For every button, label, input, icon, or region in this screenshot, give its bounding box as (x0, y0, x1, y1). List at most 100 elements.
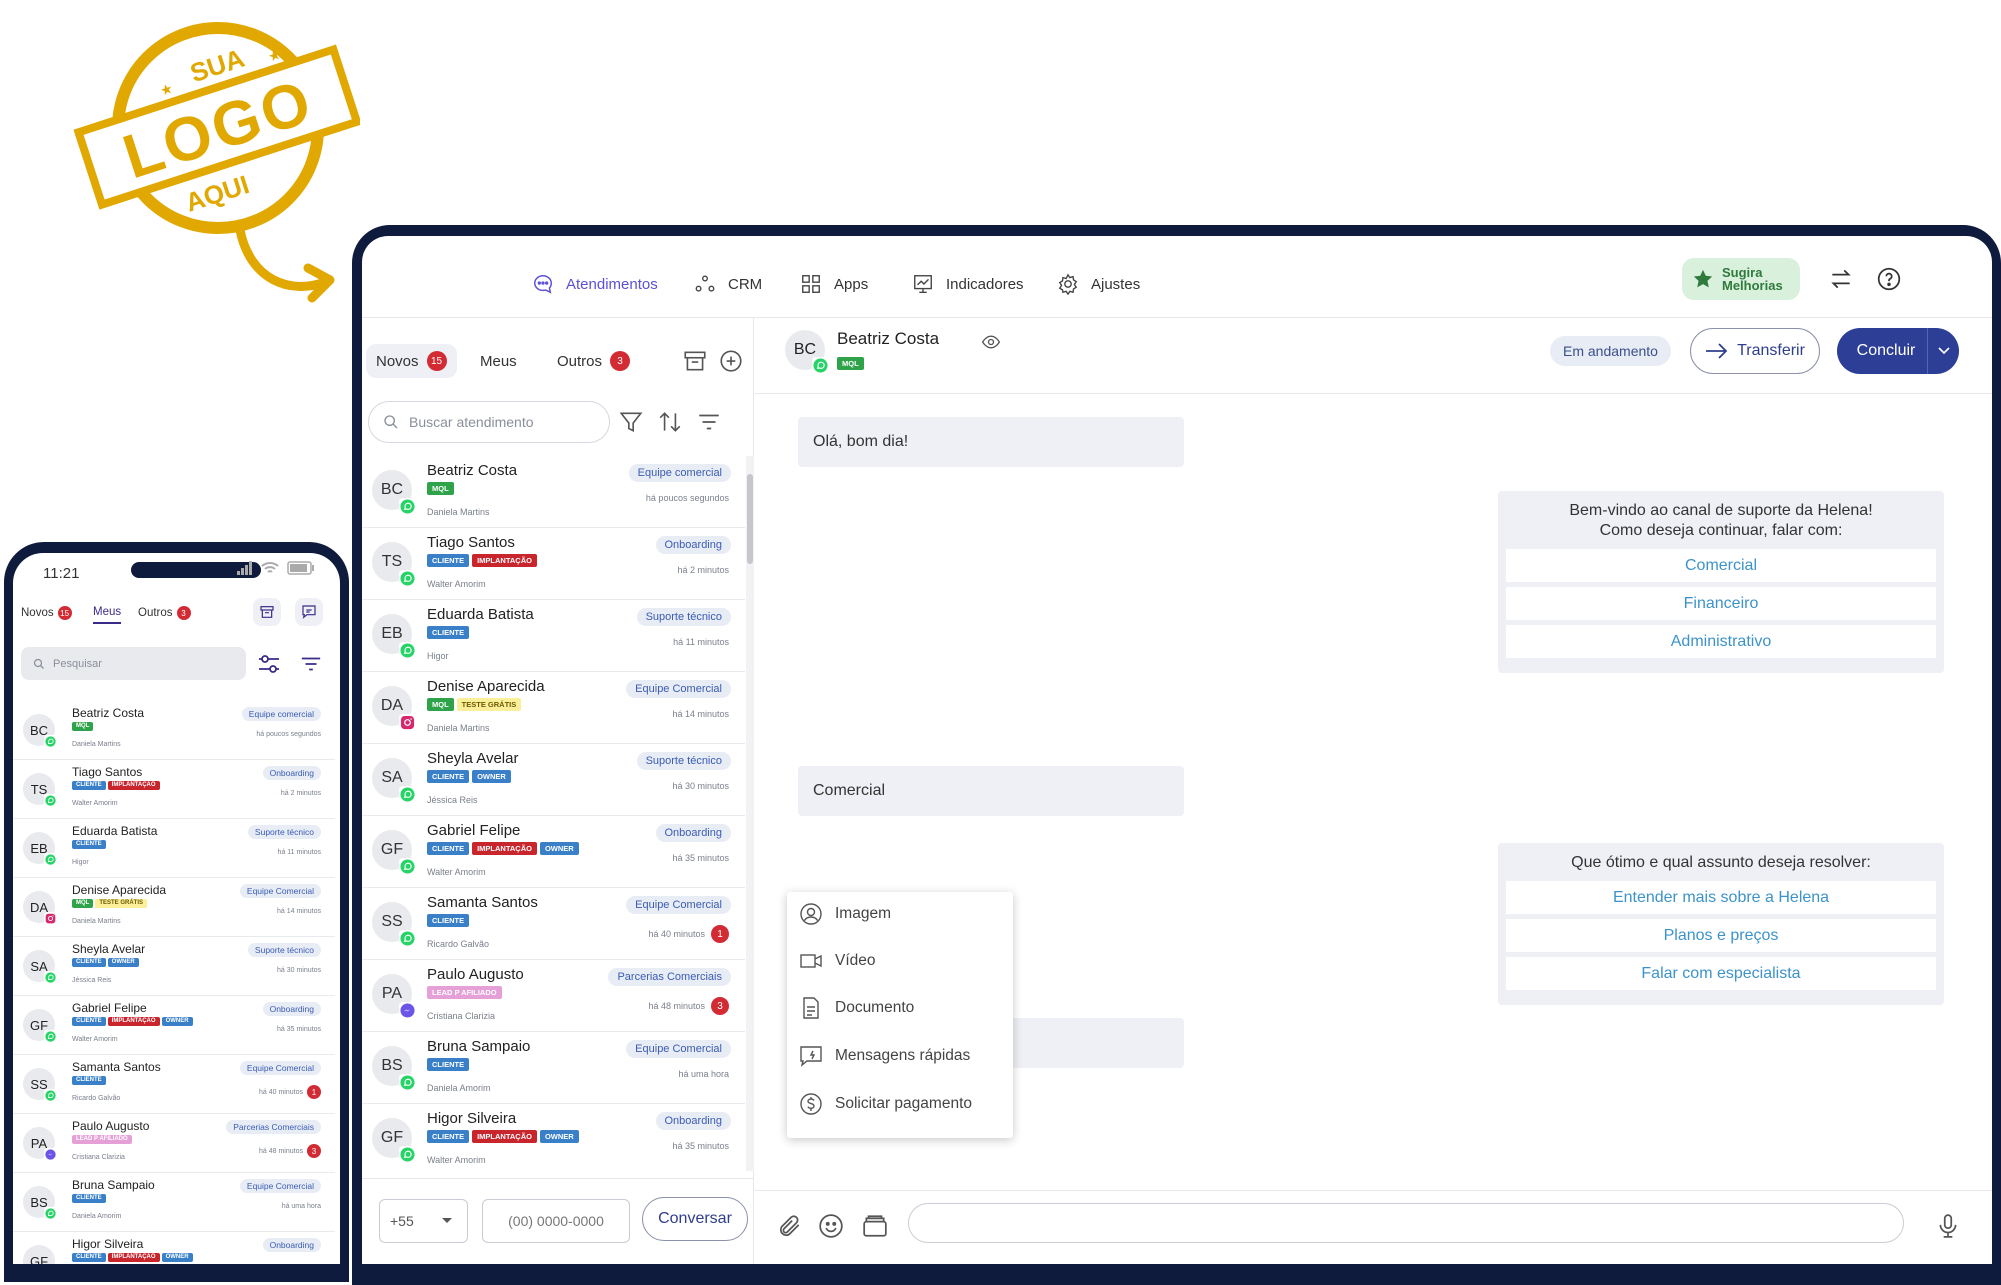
whatsapp-icon (400, 1075, 415, 1090)
message-input[interactable] (908, 1203, 1904, 1243)
nav-apps[interactable]: Apps (800, 272, 868, 296)
tag-group: CLIENTE (72, 840, 106, 849)
menu-label: Imagem (835, 905, 891, 922)
bot-option-planos[interactable]: Planos e preços (1506, 919, 1936, 952)
time-row: há 14 minutos (277, 908, 321, 915)
tab-novos[interactable]: Novos 15 (366, 344, 457, 378)
contact-initials: BC (793, 341, 817, 358)
list-scroll-thumb[interactable] (747, 474, 753, 564)
conversation-item[interactable]: GF Higor Silveira CLIENTE IMPLANTAÇÃO OWNE… (13, 1232, 335, 1264)
nav-label: Apps (834, 275, 869, 293)
conversation-item[interactable]: BS Bruna Sampaio CLIENTE Daniela Amorim … (13, 1173, 335, 1232)
team-badge: Parcerias Comerciais (608, 968, 731, 986)
mobile-tab-meus[interactable]: Meus (93, 606, 122, 624)
search-input[interactable]: Buscar atendimento (368, 401, 610, 443)
emoji-icon[interactable] (818, 1213, 844, 1239)
help-icon[interactable] (1876, 266, 1902, 292)
conversation-item[interactable]: SA Sheyla Avelar CLIENTE OWNER Jéssica Re… (13, 937, 335, 996)
conversation-item[interactable]: EB Eduarda Batista CLIENTE Higor Suporte… (362, 600, 745, 672)
elapsed-time: há 2 minutos (280, 790, 321, 797)
switch-arrows-icon[interactable] (1828, 266, 1854, 292)
channel-badge (399, 930, 416, 947)
bot-option-especialista[interactable]: Falar com especialista (1506, 957, 1936, 990)
phone-input[interactable]: (00) 0000-0000 (482, 1199, 630, 1243)
conversation-item[interactable]: TS Tiago Santos CLIENTE IMPLANTAÇÃO Walte… (13, 760, 335, 819)
eye-icon[interactable] (981, 332, 1001, 352)
tab-label: Meus (480, 352, 517, 370)
whatsapp-icon (45, 736, 56, 747)
message-text: Comercial (813, 782, 886, 799)
archive-icon[interactable] (682, 348, 708, 374)
unread-count-badge: 3 (307, 1144, 321, 1158)
conversation-item[interactable]: PA Paulo Augusto LEAD P AFILIADO Cristia… (13, 1114, 335, 1173)
elapsed-time: há 40 minutos (648, 929, 705, 939)
country-code-select[interactable]: +55 (379, 1199, 468, 1243)
templates-icon[interactable] (862, 1213, 888, 1239)
conversation-item[interactable]: PA Paulo Augusto LEAD P AFILIADO Cristia… (362, 960, 745, 1032)
paperclip-icon[interactable] (777, 1213, 803, 1239)
conclude-button[interactable]: Concluir (1837, 328, 1959, 374)
microphone-icon[interactable] (1935, 1213, 1961, 1239)
conversation-item[interactable]: TS Tiago Santos CLIENTE IMPLANTAÇÃO Walte… (362, 528, 745, 600)
elapsed-time: há 14 minutos (277, 908, 321, 915)
elapsed-time: há uma hora (281, 1203, 321, 1210)
agent-name: Ricardo Galvão (72, 1095, 121, 1102)
elapsed-time: há poucos segundos (645, 493, 729, 503)
bot-option-entender[interactable]: Entender mais sobre a Helena (1506, 881, 1936, 914)
contact-name: Higor Silveira (427, 1110, 517, 1127)
chart-icon (914, 275, 932, 293)
conversation-item[interactable]: GF Gabriel Felipe CLIENTE IMPLANTAÇÃO OWNE… (362, 816, 745, 888)
sort-icon[interactable] (657, 409, 683, 435)
conversation-item[interactable]: DA Denise Aparecida MQL TESTE GRÁTIS Dani… (362, 672, 745, 744)
conversation-item[interactable]: SS Samanta Santos CLIENTE Ricardo Galvão… (13, 1055, 335, 1114)
nav-ajustes[interactable]: Ajustes (1057, 272, 1140, 296)
conversation-item[interactable]: DA Denise Aparecida MQL TESTE GRÁTIS Dani… (13, 878, 335, 937)
avatar-initials: DA (380, 697, 404, 714)
attach-payment[interactable]: Solicitar pagamento (799, 1090, 972, 1118)
suggest-improvements-button[interactable]: Sugira Melhorias (1682, 258, 1800, 300)
conversation-item[interactable]: BS Bruna Sampaio CLIENTE Daniela Amorim … (362, 1032, 745, 1104)
star-icon (1693, 269, 1713, 288)
tab-outros[interactable]: Outros 3 (547, 344, 640, 378)
conversation-item[interactable]: GF Gabriel Felipe CLIENTE IMPLANTAÇÃO OWNE… (13, 996, 335, 1055)
start-conversation-button[interactable]: Conversar (642, 1197, 748, 1241)
list-filter-icon[interactable] (300, 653, 322, 675)
adjust-filter-icon[interactable] (257, 653, 281, 675)
archive-button[interactable] (253, 598, 281, 626)
mobile-tab-novos[interactable]: Novos 15 (21, 606, 72, 620)
conversation-item[interactable]: GF Higor Silveira CLIENTE IMPLANTAÇÃO OWNE… (362, 1104, 745, 1171)
tag-group: CLIENTE IMPLANTAÇÃO (72, 781, 160, 790)
nav-indicadores[interactable]: Indicadores (912, 272, 1024, 296)
bot-option-comercial[interactable]: Comercial (1506, 549, 1936, 582)
transfer-button[interactable]: Transferir (1690, 328, 1820, 374)
add-circle-icon[interactable] (718, 348, 744, 374)
filter-icon[interactable] (618, 409, 644, 435)
attach-document[interactable]: Documento (799, 994, 914, 1022)
avatar-initials: PA (381, 985, 403, 1002)
attach-video[interactable]: Vídeo (799, 947, 876, 975)
bot-option-financeiro[interactable]: Financeiro (1506, 587, 1936, 620)
mobile-search-input[interactable]: Pesquisar (21, 647, 246, 680)
contact-name: Sheyla Avelar (427, 750, 519, 767)
attach-quick-messages[interactable]: Mensagens rápidas (799, 1042, 970, 1070)
conversation-item[interactable]: SS Samanta Santos CLIENTE Ricardo Galvão… (362, 888, 745, 960)
conversation-item[interactable]: SA Sheyla Avelar CLIENTE OWNER Jéssica Re… (362, 744, 745, 816)
nav-crm[interactable]: CRM (694, 272, 762, 296)
chevron-down-icon[interactable] (1927, 328, 1959, 374)
list-filter-icon[interactable] (696, 409, 722, 435)
contact-name: Samanta Santos (72, 1060, 161, 1074)
mobile-tab-outros[interactable]: Outros 3 (138, 606, 191, 620)
conversation-item[interactable]: BC Beatriz Costa MQL Daniela Martins Equ… (362, 456, 745, 528)
channel-badge (44, 971, 57, 984)
new-chat-button[interactable] (295, 598, 323, 626)
nav-label: Atendimentos (566, 275, 658, 293)
conversation-item[interactable]: EB Eduarda Batista CLIENTE Higor Suporte… (13, 819, 335, 878)
attach-image[interactable]: Imagem (799, 900, 891, 928)
nav-atendimentos[interactable]: Atendimentos (532, 272, 658, 296)
bot-option-administrativo[interactable]: Administrativo (1506, 625, 1936, 658)
conversation-item[interactable]: BC Beatriz Costa MQL Daniela Martins Equ… (13, 701, 335, 760)
incoming-message: Olá, bom dia! (798, 417, 1184, 467)
tab-meus[interactable]: Meus (470, 344, 527, 378)
conversation-tag: TESTE GRÁTIS (456, 698, 522, 711)
messenger-icon (45, 1149, 56, 1160)
